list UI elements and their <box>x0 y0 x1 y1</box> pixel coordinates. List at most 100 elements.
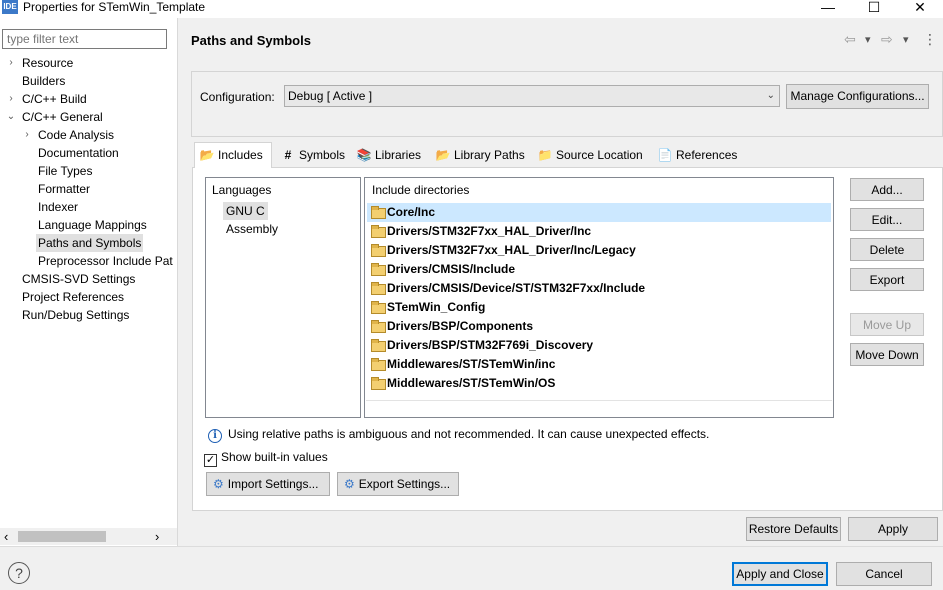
tab-references-label: References <box>676 148 738 162</box>
export-settings-button[interactable]: ⚙ Export Settings... <box>337 472 459 496</box>
sidebar-item-documentation[interactable]: Documentation <box>38 144 119 162</box>
include-directories-header: Include directories <box>372 183 470 197</box>
tab-includes-label: Includes <box>218 148 263 162</box>
include-path: Drivers/STM32F7xx_HAL_Driver/Inc <box>387 224 592 238</box>
sidebar-item-cpp-build[interactable]: C/C++ Build <box>22 90 87 108</box>
move-down-button[interactable]: Move Down <box>850 343 924 366</box>
source-folder-icon: 📁 <box>537 148 553 162</box>
include-path: STemWin_Config <box>387 300 486 314</box>
forward-arrow-icon[interactable]: ⇨ <box>881 31 893 48</box>
filter-input[interactable] <box>2 29 167 49</box>
sidebar-item-resource[interactable]: Resource <box>22 54 73 72</box>
sidebar-item-run-debug[interactable]: Run/Debug Settings <box>22 306 129 324</box>
minimize-icon[interactable]: — <box>805 0 851 16</box>
sidebar-item-project-references[interactable]: Project References <box>22 288 124 306</box>
help-icon[interactable]: ? <box>8 562 30 584</box>
import-settings-button[interactable]: ⚙ Import Settings... <box>206 472 330 496</box>
restore-defaults-button[interactable]: Restore Defaults <box>746 517 841 541</box>
export-button[interactable]: Export <box>850 268 924 291</box>
expand-resource-icon[interactable]: › <box>6 54 16 72</box>
configuration-select[interactable]: Debug [ Active ] ⌄ <box>284 85 780 107</box>
maximize-icon[interactable]: ☐ <box>851 0 897 16</box>
tab-library-paths[interactable]: 📂 Library Paths <box>431 145 531 167</box>
language-item-assembly[interactable]: Assembly <box>223 220 281 238</box>
tab-libraries[interactable]: 📚 Libraries <box>352 145 428 167</box>
app-icon: IDE <box>2 0 18 14</box>
sidebar-item-indexer[interactable]: Indexer <box>38 198 78 216</box>
checkbox-checked-icon[interactable]: ✓ <box>204 454 217 467</box>
import-settings-label: Import Settings... <box>227 477 319 491</box>
list-item[interactable]: Middlewares/ST/STemWin/OS <box>367 374 831 393</box>
list-item[interactable]: Drivers/STM32F7xx_HAL_Driver/Inc <box>367 222 831 241</box>
books-icon: 📚 <box>356 148 372 162</box>
sidebar-horizontal-scrollbar[interactable]: ‹ › <box>0 528 177 545</box>
include-folder-icon <box>371 377 386 390</box>
include-path: Middlewares/ST/STemWin/inc <box>387 357 556 371</box>
page-title: Paths and Symbols <box>191 33 311 48</box>
expand-code-analysis-icon[interactable]: › <box>22 126 32 144</box>
library-folder-icon: 📂 <box>435 148 451 162</box>
include-folder-icon <box>371 263 386 276</box>
export-settings-label: Export Settings... <box>358 477 451 491</box>
manage-configurations-button[interactable]: Manage Configurations... <box>786 84 929 109</box>
back-arrow-icon[interactable]: ⇦ <box>844 31 856 48</box>
title-bar: IDE Properties for STemWin_Template — ☐ … <box>0 0 943 18</box>
collapse-cpp-general-icon[interactable]: ⌄ <box>6 108 16 126</box>
tab-symbols-label: Symbols <box>299 148 346 162</box>
include-directories-list[interactable]: Include directories Core/Inc Drivers/STM… <box>364 177 834 418</box>
include-folder-icon <box>371 339 386 352</box>
list-item[interactable]: Drivers/CMSIS/Include <box>367 260 831 279</box>
include-path: Drivers/CMSIS/Include <box>387 262 516 276</box>
include-folder-icon <box>371 225 386 238</box>
list-item[interactable]: Drivers/BSP/Components <box>367 317 831 336</box>
cancel-button[interactable]: Cancel <box>836 562 932 586</box>
list-item[interactable]: Drivers/STM32F7xx_HAL_Driver/Inc/Legacy <box>367 241 831 260</box>
include-folder-icon <box>371 301 386 314</box>
sidebar-item-file-types[interactable]: File Types <box>38 162 92 180</box>
include-folder-icon <box>371 358 386 371</box>
languages-header: Languages <box>212 183 272 197</box>
list-item[interactable]: Core/Inc <box>367 203 831 222</box>
configuration-label: Configuration: <box>200 90 275 104</box>
sidebar-item-paths-and-symbols[interactable]: Paths and Symbols <box>36 234 144 252</box>
forward-dropdown-icon[interactable]: ▾ <box>903 33 909 46</box>
sidebar-item-code-analysis[interactable]: Code Analysis <box>38 126 114 144</box>
list-item[interactable]: Middlewares/ST/STemWin/inc <box>367 355 831 374</box>
sidebar-item-cmsis-svd[interactable]: CMSIS-SVD Settings <box>22 270 135 288</box>
delete-button[interactable]: Delete <box>850 238 924 261</box>
edit-button[interactable]: Edit... <box>850 208 924 231</box>
list-item[interactable]: STemWin_Config <box>367 298 831 317</box>
add-button[interactable]: Add... <box>850 178 924 201</box>
show-builtin-values-checkbox[interactable]: ✓ Show built-in values <box>204 450 328 467</box>
scroll-left-icon[interactable]: ‹ <box>4 528 8 545</box>
list-item[interactable]: Drivers/BSP/STM32F769i_Discovery <box>367 336 831 355</box>
include-folder-icon <box>371 206 386 219</box>
list-item[interactable]: Drivers/CMSIS/Device/ST/STM32F7xx/Includ… <box>367 279 831 298</box>
tab-symbols[interactable]: # Symbols <box>276 145 350 167</box>
apply-and-close-button[interactable]: Apply and Close <box>732 562 828 586</box>
include-path: Drivers/STM32F7xx_HAL_Driver/Inc/Legacy <box>387 243 636 257</box>
languages-list[interactable]: Languages GNU C Assembly <box>205 177 361 418</box>
scrollbar-thumb[interactable] <box>18 531 106 542</box>
include-folder-icon <box>371 282 386 295</box>
include-folder-icon <box>371 244 386 257</box>
sidebar-item-preprocessor-include[interactable]: Preprocessor Include Pat <box>38 252 173 270</box>
sidebar-item-builders[interactable]: Builders <box>22 72 65 90</box>
tab-library-paths-label: Library Paths <box>454 148 525 162</box>
info-message: i Using relative paths is ambiguous and n… <box>208 427 709 443</box>
expand-cpp-build-icon[interactable]: › <box>6 90 16 108</box>
sidebar: › Resource Builders › C/C++ Build ⌄ C/C+… <box>0 18 178 546</box>
tab-references[interactable]: 📄 References <box>653 145 739 167</box>
view-menu-icon[interactable]: ⋮ <box>923 31 937 48</box>
sidebar-item-formatter[interactable]: Formatter <box>38 180 90 198</box>
tab-source-location[interactable]: 📁 Source Location <box>533 145 649 167</box>
apply-button[interactable]: Apply <box>848 517 938 541</box>
sidebar-item-cpp-general[interactable]: C/C++ General <box>22 108 103 126</box>
close-icon[interactable]: ✕ <box>897 0 943 16</box>
tab-includes[interactable]: 📂 Includes <box>194 142 272 168</box>
scroll-right-icon[interactable]: › <box>155 528 159 545</box>
sidebar-item-language-mappings[interactable]: Language Mappings <box>38 216 147 234</box>
back-dropdown-icon[interactable]: ▾ <box>865 33 871 46</box>
move-up-button[interactable]: Move Up <box>850 313 924 336</box>
language-item-gnu-c[interactable]: GNU C <box>223 202 268 220</box>
